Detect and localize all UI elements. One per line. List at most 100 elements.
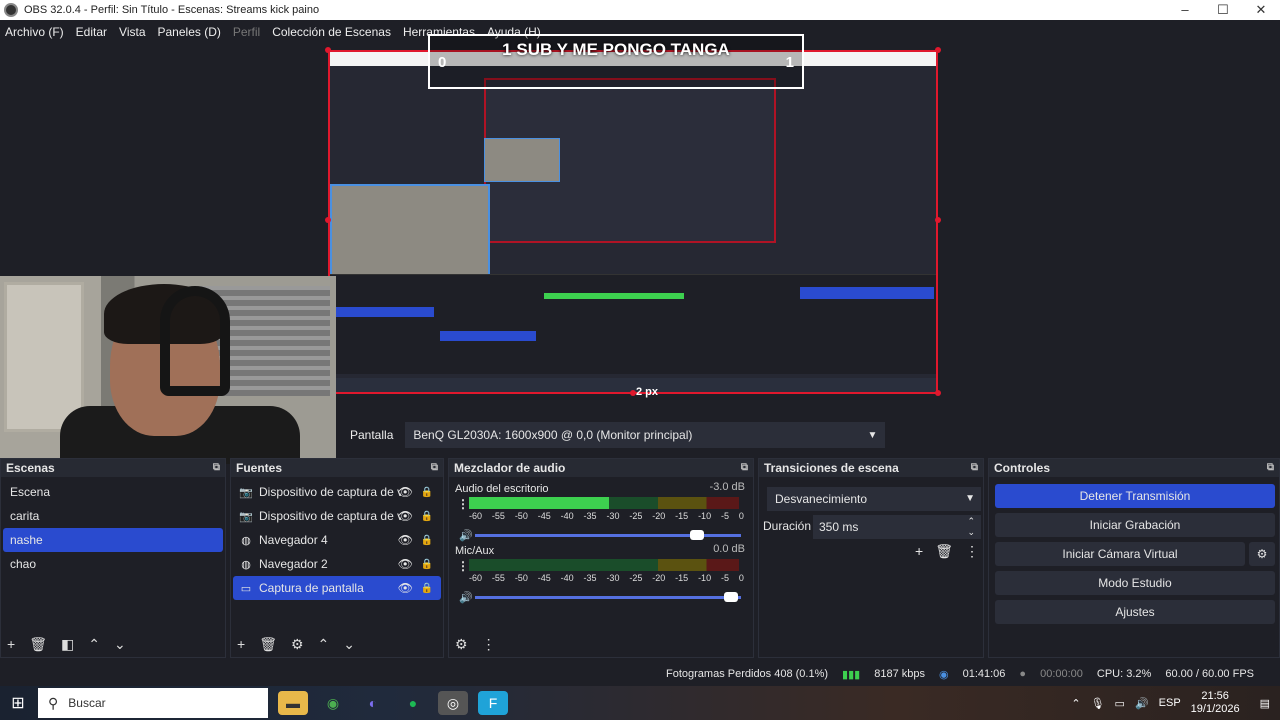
minimize-button[interactable]: –	[1166, 0, 1204, 20]
app-f-icon[interactable]: F	[478, 691, 508, 715]
stream-icon: ◉	[938, 668, 949, 681]
menu-vista[interactable]: Vista	[119, 25, 145, 39]
trash-icon[interactable]: 🗑	[29, 636, 47, 653]
menu-editar[interactable]: Editar	[76, 25, 107, 39]
source-item[interactable]: 📷 Dispositivo de captura de vide👁 🔒	[233, 504, 441, 528]
add-icon[interactable]: +	[7, 636, 15, 652]
chevron-down-icon: ▼	[867, 430, 878, 441]
add-icon[interactable]: +	[237, 636, 245, 652]
mic-icon[interactable]: 🎙	[1091, 697, 1105, 710]
chrome-icon[interactable]: ◉	[318, 691, 348, 715]
source-item-selected[interactable]: ▭ Captura de pantalla 👁 🔒	[233, 576, 441, 600]
meter-tick-label: -20	[652, 573, 666, 583]
lock-icon[interactable]: 🔒	[421, 559, 433, 570]
gear-icon[interactable]: ⚙	[1249, 542, 1275, 566]
sources-title: Fuentes	[236, 461, 283, 475]
menu-dots-icon[interactable]: ⋮	[965, 543, 979, 560]
source-item[interactable]: ◍ Navegador 2 👁 🔒	[233, 552, 441, 576]
volume-meter	[469, 497, 739, 509]
advanced-audio-icon[interactable]: ⚙	[455, 636, 468, 653]
scene-item[interactable]: chao	[3, 552, 223, 576]
taskbar-search[interactable]: ⚲ Buscar	[38, 688, 268, 718]
windows-taskbar: ⊞ ⚲ Buscar ▬ ◉ ◐ ● ◎ F ⌃ 🎙 ▭ 🔊 ESP 21:56…	[0, 686, 1280, 720]
volume-slider[interactable]	[475, 596, 741, 599]
undock-icon[interactable]: ⧉	[431, 462, 438, 473]
lock-icon[interactable]: 🔒	[421, 487, 433, 498]
screen-capture-preview[interactable]	[328, 50, 938, 394]
eye-icon[interactable]: 👁	[398, 509, 413, 523]
studio-mode-button[interactable]: Modo Estudio	[995, 571, 1275, 595]
menu-archivo[interactable]: Archivo (F)	[5, 25, 64, 39]
menu-dots-icon[interactable]: ⋮	[482, 636, 496, 653]
resize-handle[interactable]	[935, 47, 941, 53]
scene-item[interactable]: carita	[3, 504, 223, 528]
language-indicator[interactable]: ESP	[1159, 697, 1181, 709]
notification-icon[interactable]: ▤	[1260, 697, 1270, 710]
lock-icon[interactable]: 🔒	[421, 583, 433, 594]
close-button[interactable]: ✕	[1242, 0, 1280, 20]
discord-icon[interactable]: ◐	[358, 691, 388, 715]
obs-taskbar-icon[interactable]: ◎	[438, 691, 468, 715]
resize-handle[interactable]	[325, 47, 331, 53]
gear-icon[interactable]: ⚙	[291, 636, 304, 653]
maximize-button[interactable]: ☐	[1204, 0, 1242, 20]
eye-icon[interactable]: 👁	[398, 533, 413, 547]
eye-icon[interactable]: 👁	[398, 557, 413, 571]
source-item[interactable]: ◍ Navegador 4 👁 🔒	[233, 528, 441, 552]
chevron-up-icon[interactable]: ⌃	[1071, 697, 1080, 710]
settings-button[interactable]: Ajustes	[995, 600, 1275, 624]
meter-tick-label: -40	[560, 511, 574, 521]
meter-tick-label: -5	[720, 573, 729, 583]
start-virtual-camera-button[interactable]: Iniciar Cámara Virtual	[995, 542, 1245, 566]
file-explorer-icon[interactable]: ▬	[278, 691, 308, 715]
volume-slider-knob[interactable]	[724, 592, 739, 602]
move-down-icon[interactable]: ⌄	[114, 636, 126, 653]
meter-tick-label: -10	[698, 573, 712, 583]
menu-paneles[interactable]: Paneles (D)	[158, 25, 221, 39]
undock-icon[interactable]: ⧉	[213, 462, 220, 473]
trash-icon[interactable]: 🗑	[935, 543, 953, 560]
nested-meter	[544, 293, 684, 299]
filter-icon[interactable]: ◧	[61, 636, 74, 653]
resize-handle[interactable]	[935, 390, 941, 396]
menu-coleccion[interactable]: Colección de Escenas	[272, 25, 391, 39]
add-icon[interactable]: +	[915, 543, 923, 560]
lock-icon[interactable]: 🔒	[421, 535, 433, 546]
eye-icon[interactable]: 👁	[398, 485, 413, 499]
controls-title: Controles	[994, 461, 1051, 475]
meter-tick-label: 0	[738, 511, 744, 521]
webcam-overlay	[0, 276, 336, 464]
channel-menu-icon[interactable]: ⋮	[457, 559, 469, 573]
move-up-icon[interactable]: ⌃	[88, 636, 100, 653]
undock-icon[interactable]: ⧉	[971, 462, 978, 473]
meter-tick-label: -15	[675, 573, 689, 583]
door-shape	[4, 282, 84, 432]
scene-item-selected[interactable]: nashe	[3, 528, 223, 552]
windows-start-icon[interactable]: ⊞	[0, 693, 36, 713]
clock[interactable]: 21:56 19/1/2026	[1191, 690, 1250, 716]
undock-icon[interactable]: ⧉	[741, 462, 748, 473]
resize-handle[interactable]	[325, 217, 331, 223]
start-recording-button[interactable]: Iniciar Grabación	[995, 513, 1275, 537]
trash-icon[interactable]: 🗑	[259, 636, 277, 653]
resize-handle[interactable]	[935, 217, 941, 223]
volume-icon[interactable]: 🔊	[1135, 697, 1149, 710]
channel-menu-icon[interactable]: ⋮	[457, 497, 469, 511]
lock-icon[interactable]: 🔒	[421, 511, 433, 522]
menu-perfil[interactable]: Perfil	[233, 25, 260, 39]
spotify-icon[interactable]: ●	[398, 691, 428, 715]
speaker-icon[interactable]: 🔊	[459, 591, 473, 604]
transition-select[interactable]: Desvanecimiento ▼	[767, 487, 981, 511]
stop-streaming-button[interactable]: Detener Transmisión	[995, 484, 1275, 508]
move-down-icon[interactable]: ⌄	[343, 636, 355, 653]
network-icon[interactable]: ▭	[1115, 697, 1125, 710]
stepper-icon[interactable]: ⌃ ⌄	[967, 516, 975, 538]
eye-icon[interactable]: 👁	[398, 581, 413, 595]
source-item[interactable]: 📷 Dispositivo de captura de vide👁 🔒	[233, 480, 441, 504]
monitor-select[interactable]: BenQ GL2030A: 1600x900 @ 0,0 (Monitor pr…	[405, 422, 886, 448]
scene-item[interactable]: Escena	[3, 480, 223, 504]
nested-webcam-2	[484, 138, 560, 182]
move-up-icon[interactable]: ⌃	[318, 636, 330, 653]
duration-input[interactable]: 350 ms ⌃ ⌄	[813, 515, 981, 539]
undock-icon[interactable]: ⧉	[1267, 462, 1274, 473]
